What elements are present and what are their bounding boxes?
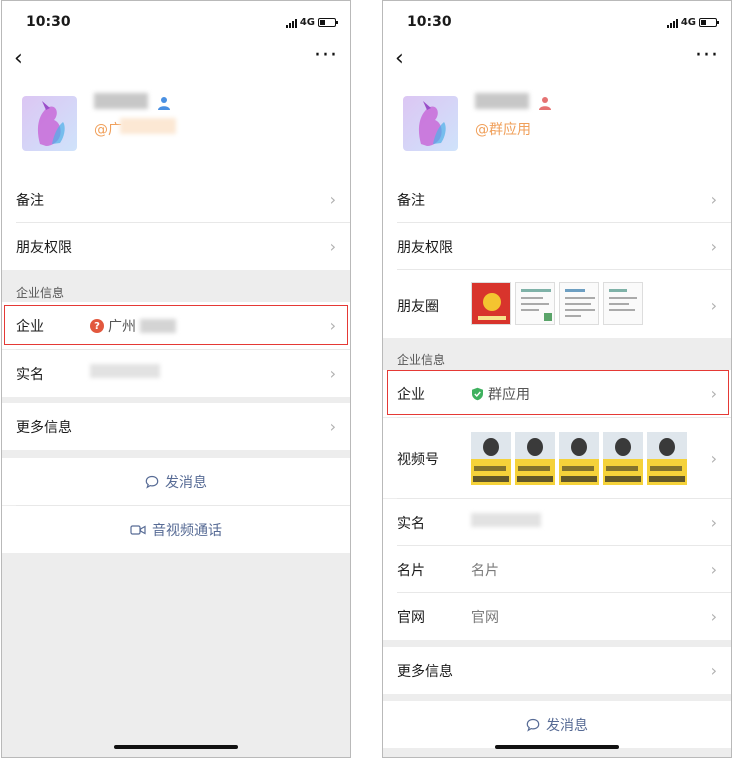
battery-icon [699, 18, 719, 27]
home-indicator[interactable] [114, 745, 238, 749]
realname-redacted [471, 513, 541, 527]
website-value: 官网 [471, 610, 499, 626]
status-time: 10:30 [407, 14, 452, 30]
highlight-box [4, 305, 348, 345]
nav-bar: ‹ ··· [383, 41, 731, 81]
chevron-right-icon: › [329, 237, 336, 256]
more-icon[interactable]: ··· [314, 43, 338, 68]
send-message-button[interactable]: 发消息 [2, 458, 350, 505]
send-message-label: 发消息 [165, 474, 207, 491]
video-call-label: 音视频通话 [152, 522, 222, 539]
chevron-right-icon: › [329, 364, 336, 383]
battery-icon [318, 18, 338, 27]
avatar[interactable] [403, 96, 458, 151]
moments-thumbnail[interactable] [603, 282, 643, 325]
status-bar: 10:30 4G [383, 1, 731, 41]
corp-label: @广 [94, 122, 122, 138]
chevron-right-icon: › [710, 237, 717, 256]
more-info-row[interactable]: 更多信息 › [383, 647, 731, 694]
chevron-right-icon: › [329, 190, 336, 209]
avatar[interactable] [22, 96, 77, 151]
corp-redacted [120, 118, 176, 134]
phone-screen-left: 10:30 4G ‹ ··· @广 备注 › 朋友权限 › 企业信息 企业 ? … [1, 0, 351, 758]
status-bar: 10:30 4G [2, 1, 350, 41]
realname-label: 实名 [16, 367, 44, 383]
chat-bubble-icon [526, 718, 540, 732]
video-thumbnail[interactable] [647, 432, 687, 485]
video-thumbnail[interactable] [515, 432, 555, 485]
realname-row[interactable]: 实名 › [383, 499, 731, 546]
friend-permission-row[interactable]: 朋友权限 › [2, 223, 350, 270]
chat-bubble-icon [145, 475, 159, 489]
more-info-row[interactable]: 更多信息 › [2, 403, 350, 450]
section-header: 企业信息 [397, 353, 446, 367]
business-card-value: 名片 [471, 563, 499, 579]
video-thumbnail[interactable] [603, 432, 643, 485]
phone-screen-right: 10:30 4G ‹ ··· @群应用 备注 › 朋友权限 › 朋友圈 › 企业… [382, 0, 732, 758]
realname-row[interactable]: 实名 › [2, 350, 350, 397]
video-call-button[interactable]: 音视频通话 [2, 506, 350, 553]
status-time: 10:30 [26, 14, 71, 30]
business-card-row[interactable]: 名片 名片 › [383, 546, 731, 593]
moments-thumbnail[interactable] [515, 282, 555, 325]
remark-label: 备注 [16, 193, 44, 209]
moments-label: 朋友圈 [397, 299, 439, 315]
channels-row[interactable]: 视频号 › [383, 418, 731, 498]
name-redacted [94, 93, 148, 109]
video-thumbnail[interactable] [559, 432, 599, 485]
moments-row[interactable]: 朋友圈 › [383, 270, 731, 338]
friend-permission-row[interactable]: 朋友权限 › [383, 223, 731, 270]
remark-label: 备注 [397, 193, 425, 209]
realname-redacted [90, 364, 160, 378]
remark-row[interactable]: 备注 › [383, 176, 731, 223]
back-icon[interactable]: ‹ [14, 47, 23, 71]
moments-thumbnail[interactable] [471, 282, 511, 325]
chevron-right-icon: › [710, 190, 717, 209]
nav-bar: ‹ ··· [2, 41, 350, 81]
signal-icon [285, 18, 297, 28]
remark-row[interactable]: 备注 › [2, 176, 350, 223]
moments-thumbnail[interactable] [559, 282, 599, 325]
chevron-right-icon: › [710, 607, 717, 626]
send-message-label: 发消息 [546, 717, 588, 734]
friend-permission-label: 朋友权限 [397, 240, 453, 256]
home-indicator[interactable] [495, 745, 619, 749]
network-label: 4G [299, 17, 315, 28]
friend-permission-label: 朋友权限 [16, 240, 72, 256]
profile-header: @群应用 [383, 81, 731, 176]
chevron-right-icon: › [710, 513, 717, 532]
chevron-right-icon: › [710, 560, 717, 579]
chevron-right-icon: › [710, 661, 717, 680]
website-row[interactable]: 官网 官网 › [383, 593, 731, 640]
realname-label: 实名 [397, 516, 425, 532]
more-info-label: 更多信息 [397, 664, 453, 680]
network-label: 4G [680, 17, 696, 28]
name-redacted [475, 93, 529, 109]
highlight-box [387, 370, 729, 415]
person-icon [158, 97, 170, 110]
profile-header: @广 [2, 81, 350, 176]
signal-icon [666, 18, 678, 28]
person-icon [539, 97, 551, 110]
back-icon[interactable]: ‹ [395, 47, 404, 71]
video-camera-icon [130, 524, 146, 535]
more-info-label: 更多信息 [16, 420, 72, 436]
chevron-right-icon: › [329, 417, 336, 436]
video-thumbnail[interactable] [471, 432, 511, 485]
chevron-right-icon: › [710, 449, 717, 468]
business-card-label: 名片 [397, 563, 425, 579]
corp-label: @群应用 [475, 122, 531, 138]
channels-label: 视频号 [397, 452, 439, 468]
send-message-button[interactable]: 发消息 [383, 701, 731, 748]
section-header: 企业信息 [16, 286, 65, 300]
website-label: 官网 [397, 610, 425, 626]
more-icon[interactable]: ··· [695, 43, 719, 68]
chevron-right-icon: › [710, 296, 717, 315]
